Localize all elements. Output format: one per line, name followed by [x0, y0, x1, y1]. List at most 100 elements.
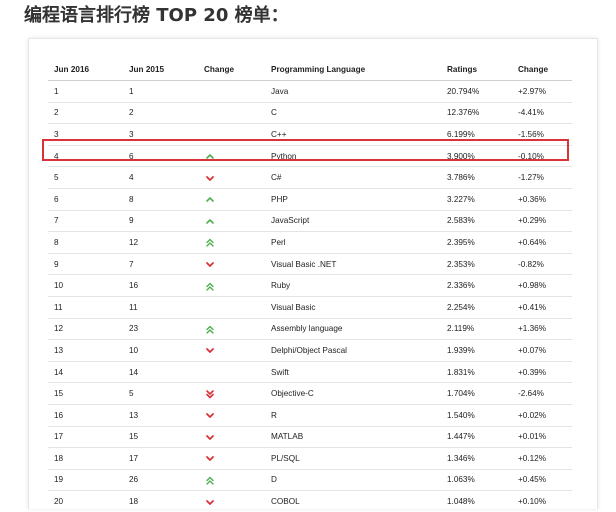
- rank-change: [198, 253, 265, 276]
- rating-change: -4.41%: [512, 102, 572, 125]
- rating-value: 1.939%: [441, 339, 512, 362]
- chevron-down-icon: [206, 456, 214, 462]
- rank-2016: 18: [48, 447, 123, 470]
- rank-change: [198, 296, 265, 319]
- rating-value: 2.353%: [441, 253, 512, 276]
- language-name: Python: [265, 145, 441, 168]
- chevron-down-icon: [206, 434, 214, 440]
- chevron-down-icon: [206, 499, 214, 505]
- rank-2016: 19: [48, 469, 123, 492]
- double-chevron-up-icon: [206, 476, 214, 485]
- table-row: 18 17 PL/SQL 1.346% +0.12%: [48, 447, 572, 470]
- double-chevron-down-icon: [206, 389, 214, 398]
- table-row: 11 11 Visual Basic 2.254% +0.41%: [48, 296, 572, 319]
- rank-change: [198, 491, 265, 512]
- rank-change: [198, 339, 265, 362]
- rating-change: -2.64%: [512, 382, 572, 405]
- rank-2016: 12: [48, 318, 123, 341]
- rating-change: +0.07%: [512, 339, 572, 362]
- rank-change: [198, 145, 265, 168]
- rank-2015: 16: [123, 274, 198, 297]
- rank-2015: 6: [123, 145, 198, 168]
- language-name: Visual Basic: [265, 296, 441, 319]
- rank-2016: 3: [48, 123, 123, 146]
- double-chevron-up-icon: [206, 325, 214, 334]
- language-name: JavaScript: [265, 210, 441, 233]
- rating-change: +1.36%: [512, 318, 572, 341]
- table-row: 19 26 D 1.063% +0.45%: [48, 469, 572, 492]
- rating-change: +0.10%: [518, 497, 546, 507]
- language-name: Ruby: [265, 274, 441, 297]
- chevron-up-icon: [206, 197, 214, 203]
- table-row: 17 15 MATLAB 1.447% +0.01%: [48, 426, 572, 449]
- table-row: 1 1 Java 20.794% +2.97%: [48, 80, 572, 103]
- language-name: Java: [265, 80, 441, 103]
- rank-2015: 12: [123, 231, 198, 254]
- table-row: 13 10 Delphi/Object Pascal 1.939% +0.07%: [48, 339, 572, 362]
- header-change-rating: Change: [512, 58, 572, 81]
- header-programming-language: Programming Language: [265, 58, 441, 81]
- rank-2015: 14: [123, 361, 198, 384]
- chevron-down-icon: [206, 348, 214, 354]
- rank-2015: 1: [123, 80, 198, 103]
- rating-change: +2.97%: [512, 80, 572, 103]
- rank-2015: 4: [123, 166, 198, 189]
- rank-2015: 18: [129, 497, 139, 507]
- rank-2016: 5: [48, 166, 123, 189]
- table-row: 20 18 COBOL 1.048% +0.10%: [48, 491, 572, 512]
- rank-2016: 11: [48, 296, 123, 319]
- rank-change: [198, 426, 265, 449]
- ranking-table: Jun 2016 Jun 2015 Change Programming Lan…: [48, 58, 572, 512]
- table-row: 15 5 Objective-C 1.704% -2.64%: [48, 382, 572, 405]
- table-row: 6 8 PHP 3.227% +0.36%: [48, 188, 572, 211]
- chevron-down-icon: [206, 262, 214, 267]
- chevron-down-icon: [206, 175, 214, 181]
- language-name: MATLAB: [265, 426, 441, 449]
- rank-2016: 8: [48, 231, 123, 254]
- rank-2016: 15: [48, 382, 123, 405]
- rating-change: +0.12%: [512, 447, 572, 470]
- rating-value: 6.199%: [441, 123, 512, 146]
- table-row: 7 9 JavaScript 2.583% +0.29%: [48, 210, 572, 233]
- rank-change: [198, 382, 265, 405]
- rank-change: [198, 469, 265, 492]
- rank-2015: 17: [123, 447, 198, 470]
- rank-2016: 10: [48, 274, 123, 297]
- rating-value: 2.254%: [441, 296, 512, 319]
- rank-2016: 6: [48, 188, 123, 211]
- rank-change: [198, 318, 265, 341]
- table-row: 5 4 C# 3.786% -1.27%: [48, 166, 572, 189]
- rating-change: -0.10%: [512, 145, 572, 168]
- rank-change: [198, 80, 265, 103]
- language-name: Delphi/Object Pascal: [265, 339, 441, 362]
- rank-2016: 13: [48, 339, 123, 362]
- rank-2016: 7: [48, 210, 123, 233]
- rank-change: [198, 102, 265, 125]
- language-name: C: [265, 102, 441, 125]
- language-name: Visual Basic .NET: [265, 253, 441, 276]
- language-name: R: [265, 404, 441, 427]
- header-ratings: Ratings: [441, 58, 512, 81]
- table-row: 16 13 R 1.540% +0.02%: [48, 404, 572, 427]
- rank-change: [198, 166, 265, 189]
- rating-change: +0.45%: [512, 469, 572, 492]
- rating-value: 3.227%: [441, 188, 512, 211]
- chevron-up-icon: [206, 154, 214, 159]
- rating-value: 12.376%: [441, 102, 512, 125]
- table-row: 2 2 C 12.376% -4.41%: [48, 102, 572, 125]
- language-name: Assembly language: [265, 318, 441, 341]
- rank-change: [198, 188, 265, 211]
- rank-2016: 14: [48, 361, 123, 384]
- table-row: 14 14 Swift 1.831% +0.39%: [48, 361, 572, 384]
- table-row: 8 12 Perl 2.395% +0.64%: [48, 231, 572, 254]
- header-jun-2015: Jun 2015: [123, 58, 198, 81]
- language-name: Perl: [265, 231, 441, 254]
- rank-2015: 8: [123, 188, 198, 211]
- rating-change: -1.56%: [512, 123, 572, 146]
- rating-value: 3.786%: [441, 166, 512, 189]
- table-header-row: Jun 2016 Jun 2015 Change Programming Lan…: [48, 58, 572, 81]
- rank-2016: 2: [48, 102, 123, 125]
- rank-change: [198, 210, 265, 233]
- rank-2015: 11: [123, 296, 198, 319]
- rating-value: 2.583%: [441, 210, 512, 233]
